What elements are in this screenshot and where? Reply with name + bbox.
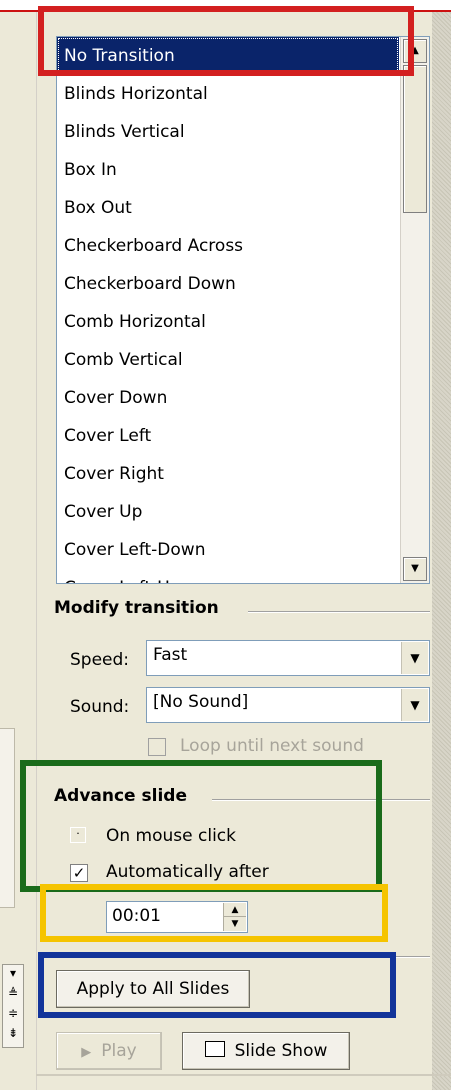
transition-item[interactable]: Box In [57, 151, 399, 189]
sound-value: [No Sound] [153, 692, 249, 712]
play-button[interactable]: ▶ Play [56, 1032, 162, 1070]
left-strip [0, 12, 37, 1090]
transition-item[interactable]: Blinds Horizontal [57, 75, 399, 113]
modify-transition-title: Modify transition [54, 598, 219, 618]
bottom-rule [36, 1074, 451, 1076]
left-scroll-controls[interactable]: ▾ ≜ ≑ ⇟ [2, 964, 24, 1048]
scroll-down-small-icon[interactable]: ▾ [6, 967, 20, 979]
right-dither-edge [432, 12, 451, 1090]
scrollbar-thumb[interactable] [403, 65, 427, 213]
transition-item[interactable]: Checkerboard Across [57, 227, 399, 265]
automatically-after-checkbox[interactable]: ✓ [70, 864, 88, 882]
slide-show-icon [204, 1041, 225, 1057]
scroll-down-arrow-icon[interactable]: ▼ [403, 557, 427, 581]
transition-item[interactable]: Cover Down [57, 379, 399, 417]
transition-item-selected[interactable]: No Transition [57, 37, 399, 75]
chevron-down-icon[interactable]: ▼ [401, 642, 428, 674]
spin-up-icon[interactable]: ▲ [224, 903, 246, 917]
transition-list: No Transition Blinds Horizontal Blinds Ver… [57, 37, 399, 583]
transition-item[interactable]: Cover Left-Down [57, 531, 399, 569]
transition-item[interactable]: Cover Right [57, 455, 399, 493]
play-icon: ▶ [81, 1045, 92, 1060]
sound-label: Sound: [70, 697, 130, 717]
loop-label: Loop until next sound [180, 736, 364, 756]
advance-rule [212, 799, 430, 801]
transition-item[interactable]: Cover Left-Up [57, 569, 399, 583]
loop-checkbox[interactable] [148, 738, 166, 756]
slide-show-button[interactable]: Slide Show [182, 1032, 350, 1070]
speed-label: Speed: [70, 650, 130, 670]
transition-item[interactable]: Checkerboard Down [57, 265, 399, 303]
separator-rule [50, 956, 430, 958]
scroll-up-small-icon[interactable]: ≜ [6, 987, 20, 999]
transition-item[interactable]: Box Out [57, 189, 399, 227]
automatically-after-label: Automatically after [106, 862, 269, 882]
modify-rule [248, 611, 430, 613]
listbox-scrollbar[interactable]: ▲ ▼ [400, 37, 429, 583]
pane-resize-handle[interactable] [0, 728, 15, 908]
slide-show-label: Slide Show [234, 1041, 328, 1061]
scroll-up-arrow-icon[interactable]: ▲ [403, 39, 427, 63]
speed-value: Fast [153, 645, 188, 665]
chevron-down-icon[interactable]: ▼ [401, 689, 428, 721]
transition-item[interactable]: Cover Left [57, 417, 399, 455]
sound-combobox[interactable]: [No Sound] ▼ [146, 687, 430, 723]
transition-listbox[interactable]: No Transition Blinds Horizontal Blinds Ver… [56, 36, 430, 584]
scroll-bottom-icon[interactable]: ⇟ [6, 1027, 20, 1039]
on-mouse-click-checkbox[interactable]: · [70, 827, 86, 843]
apply-to-all-slides-button[interactable]: Apply to All Slides [56, 970, 250, 1008]
advance-slide-title: Advance slide [54, 786, 187, 806]
time-spinner[interactable]: ▲ ▼ [223, 903, 246, 931]
advance-time-value: 00:01 [112, 906, 161, 926]
transition-item[interactable]: Cover Up [57, 493, 399, 531]
advance-time-input[interactable]: 00:01 ▲ ▼ [106, 901, 248, 933]
spin-down-icon[interactable]: ▼ [224, 917, 246, 931]
play-label: Play [101, 1041, 137, 1061]
speed-combobox[interactable]: Fast ▼ [146, 640, 430, 676]
scroll-down-double-icon[interactable]: ≑ [6, 1007, 20, 1019]
transition-item[interactable]: Comb Horizontal [57, 303, 399, 341]
on-mouse-click-label: On mouse click [106, 826, 236, 846]
transition-item[interactable]: Comb Vertical [57, 341, 399, 379]
transition-task-pane-screenshot: ▾ ≜ ≑ ⇟ No Transition Blinds Horizontal Bl… [0, 0, 451, 1090]
transition-item[interactable]: Blinds Vertical [57, 113, 399, 151]
